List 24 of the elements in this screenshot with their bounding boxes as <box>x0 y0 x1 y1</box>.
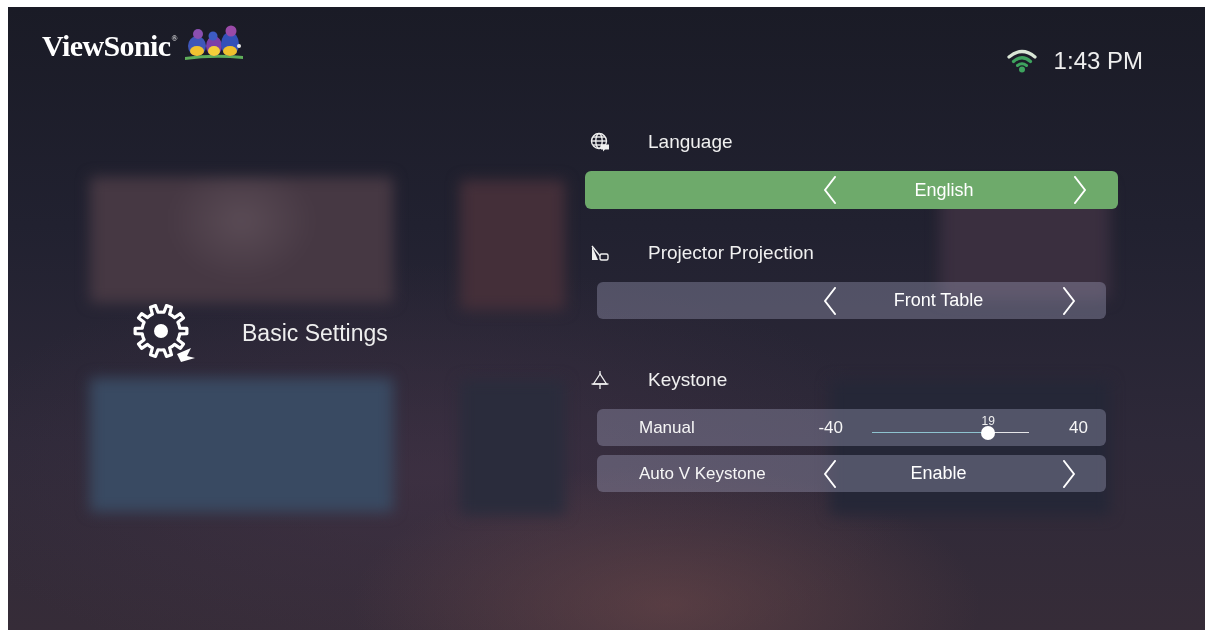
clock-time: 1:43 PM <box>1053 48 1143 73</box>
triangle-icon <box>590 370 610 390</box>
section-title: Language <box>648 131 733 153</box>
chevron-left-icon <box>822 176 838 204</box>
projector-icon <box>590 243 610 263</box>
option-selector[interactable]: Front Table <box>597 282 1106 319</box>
slider-min-label: -40 <box>817 417 843 438</box>
chevron-right-icon <box>1072 176 1088 204</box>
category-title: Basic Settings <box>242 320 388 347</box>
setting-label: Auto V Keystone <box>639 463 767 484</box>
chevron-left-icon <box>822 286 838 315</box>
globe-icon <box>590 132 610 152</box>
birds-logo <box>183 24 245 61</box>
slider-max-label: 40 <box>1069 417 1088 438</box>
chevron-right-icon <box>1061 459 1077 488</box>
option-selector[interactable]: Auto V Keystone Enable <box>597 455 1106 492</box>
chevron-right-icon <box>1061 286 1077 315</box>
section-title: Keystone <box>648 369 728 391</box>
section-title: Projector Projection <box>648 242 814 264</box>
slider-value: 19 <box>981 414 995 427</box>
chevron-left-icon <box>822 459 838 488</box>
wifi-icon <box>1006 48 1037 73</box>
brand-wordmark: ViewSonic$^{®}$ <box>42 31 177 61</box>
setting-label: Manual <box>639 417 695 438</box>
